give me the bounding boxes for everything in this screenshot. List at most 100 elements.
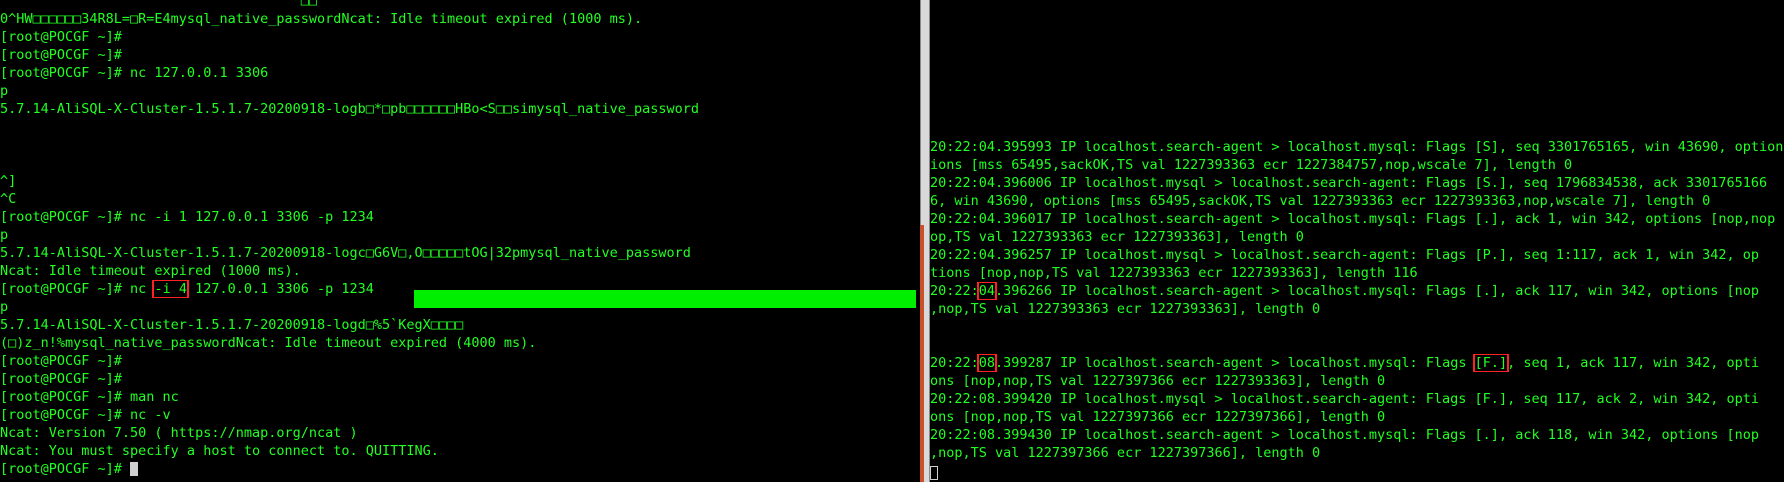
line-text: .396266 IP localhost.search-agent > loca… [995, 283, 1760, 299]
terminal-line: [root@POCGF ~]# nc 127.0.0.1 3306 [0, 64, 699, 82]
terminal-line: 5.7.14-AliSQL-X-Cluster-1.5.1.7-20200918… [0, 244, 699, 262]
line-text: [root@POCGF ~]# [0, 47, 122, 63]
terminal-line: ,nop,TS val 1227397366 ecr 1227397366], … [930, 444, 1784, 462]
terminal-line: 20:22:04.396257 IP localhost.mysql > loc… [930, 246, 1784, 264]
terminal-line: ^] [0, 172, 699, 190]
line-text: 127.0.0.1 3306 -p 1234 [186, 281, 374, 297]
line-text: ons [nop,nop,TS val 1227397366 ecr 12273… [930, 373, 1386, 389]
terminal-line: p [0, 226, 699, 244]
line-text: Ncat: Version 7.50 ( https://nmap.org/nc… [0, 425, 358, 441]
terminal-line: [root@POCGF ~]# [0, 28, 699, 46]
highlighted-text: [F.] [1472, 354, 1510, 372]
terminal-line: [root@POCGF ~]# nc -i 1 127.0.0.1 3306 -… [0, 208, 699, 226]
line-text: p [0, 227, 9, 243]
highlighted-text: -i 4 [152, 280, 189, 298]
terminal-line: [root@POCGF ~]# nc -i 4 127.0.0.1 3306 -… [0, 280, 699, 298]
line-text: 5.7.14-AliSQL-X-Cluster-1.5.1.7-20200918… [0, 101, 699, 117]
line-text: [root@POCGF ~]# [0, 461, 131, 477]
terminal-line: ons [nop,nop,TS val 1227397366 ecr 12273… [930, 372, 1784, 390]
line-text: ions [mss 65495,sackOK,TS val 1227393363… [930, 157, 1573, 173]
line-text: , seq 1, ack 117, win 342, opti [1507, 355, 1760, 371]
line-text: 20:22:04.396017 IP localhost.search-agen… [930, 211, 1776, 227]
line-text: p [0, 299, 9, 315]
line-text: 5.7.14-AliSQL-X-Cluster-1.5.1.7-20200918… [0, 245, 691, 261]
terminal-cursor [130, 462, 139, 476]
line-text: ^] [0, 173, 17, 189]
terminal-line: □□ [0, 0, 699, 10]
line-text: [root@POCGF ~]# man nc [0, 389, 179, 405]
line-text: (□)z_n!%mysql_native_passwordNcat: Idle … [0, 335, 537, 351]
terminal-line: [root@POCGF ~]# nc -v [0, 406, 699, 424]
terminal-line: 20:22:08.399287 IP localhost.search-agen… [930, 354, 1784, 372]
terminal-line: 0^HW□□□□□□34R8L=□R=E4mysql_native_passwo… [0, 10, 699, 28]
right-terminal-pane[interactable]: 20:22:04.395993 IP localhost.search-agen… [930, 0, 1784, 482]
line-text: [root@POCGF ~]# nc -i 1 127.0.0.1 3306 -… [0, 209, 374, 225]
line-text: .399287 IP localhost.search-agent > loca… [995, 355, 1475, 371]
terminal-line: ons [nop,nop,TS val 1227397366 ecr 12273… [930, 408, 1784, 426]
line-text: ,nop,TS val 1227397366 ecr 1227397366], … [930, 445, 1321, 461]
line-text: ons [nop,nop,TS val 1227397366 ecr 12273… [930, 409, 1386, 425]
terminal-line: 20:22:04.396017 IP localhost.search-agen… [930, 210, 1784, 228]
terminal-line: 20:22:04.396266 IP localhost.search-agen… [930, 282, 1784, 300]
line-text: 20:22: [930, 283, 979, 299]
line-text: [root@POCGF ~]# [0, 29, 122, 45]
terminal-line: tions [nop,nop,TS val 1227393363 ecr 122… [930, 264, 1784, 282]
terminal-line: [root@POCGF ~]# [0, 46, 699, 64]
line-text: [root@POCGF ~]# nc -v [0, 407, 171, 423]
terminal-line: op,TS val 1227393363 ecr 1227393363], le… [930, 228, 1784, 246]
line-text: p [0, 83, 9, 99]
terminal-line: 20:22:04.395993 IP localhost.search-agen… [930, 138, 1784, 156]
terminal-line: ^C [0, 190, 699, 208]
terminal-line: 20:22:08.399420 IP localhost.mysql > loc… [930, 390, 1784, 408]
terminal-line: p [0, 298, 699, 316]
line-text: Ncat: Idle timeout expired (1000 ms). [0, 263, 301, 279]
line-text: 20:22:04.395993 IP localhost.search-agen… [930, 139, 1784, 155]
terminal-line: [root@POCGF ~]# [0, 460, 699, 478]
pane-divider-accent [920, 225, 924, 482]
line-text: Ncat: You must specify a host to connect… [0, 443, 439, 459]
terminal-line: Ncat: Version 7.50 ( https://nmap.org/nc… [0, 424, 699, 442]
terminal-line: Ncat: Idle timeout expired (1000 ms). [0, 262, 699, 280]
terminal-line: 5.7.14-AliSQL-X-Cluster-1.5.1.7-20200918… [0, 316, 699, 334]
line-text: [root@POCGF ~]# [0, 353, 122, 369]
terminal-line: 20:22:04.396006 IP localhost.mysql > loc… [930, 174, 1784, 192]
terminal-line: Ncat: You must specify a host to connect… [0, 442, 699, 460]
line-text: □□ [0, 0, 317, 9]
terminal-line: p [0, 82, 699, 100]
terminal-line: (□)z_n!%mysql_native_passwordNcat: Idle … [0, 334, 699, 352]
terminal-line: [root@POCGF ~]# [0, 352, 699, 370]
line-text: 20:22: [930, 355, 979, 371]
line-text: 20:22:08.399430 IP localhost.search-agen… [930, 427, 1760, 443]
line-text: [root@POCGF ~]# nc [0, 281, 155, 297]
line-text: 6, win 43690, options [mss 65495,sackOK,… [930, 193, 1711, 209]
line-text: 20:22:04.396006 IP localhost.mysql > loc… [930, 175, 1768, 191]
terminal-line: [root@POCGF ~]# [0, 370, 699, 388]
terminal-line: [root@POCGF ~]# man nc [0, 388, 699, 406]
line-text: op,TS val 1227393363 ecr 1227393363], le… [930, 229, 1304, 245]
line-text: [root@POCGF ~]# [0, 371, 122, 387]
right-terminal-cursor [930, 466, 938, 480]
left-terminal-output[interactable]: □□ 0^HW□□□□□□34R8L=□R=E4mysql_native_pass… [0, 0, 699, 478]
terminal-line: ,nop,TS val 1227393363 ecr 1227393363], … [930, 300, 1784, 318]
terminal-line: 5.7.14-AliSQL-X-Cluster-1.5.1.7-20200918… [0, 100, 699, 118]
line-text: ,nop,TS val 1227393363 ecr 1227393363], … [930, 301, 1321, 317]
terminal-line: ions [mss 65495,sackOK,TS val 1227393363… [930, 156, 1784, 174]
line-text: tions [nop,nop,TS val 1227393363 ecr 122… [930, 265, 1418, 281]
line-text: 20:22:08.399420 IP localhost.mysql > loc… [930, 391, 1760, 407]
line-text: 0^HW□□□□□□34R8L=□R=E4mysql_native_passwo… [0, 11, 643, 27]
terminal-line: 6, win 43690, options [mss 65495,sackOK,… [930, 192, 1784, 210]
line-text: ^C [0, 191, 17, 207]
left-terminal-pane[interactable]: □□ 0^HW□□□□□□34R8L=□R=E4mysql_native_pass… [0, 0, 920, 482]
line-text: [root@POCGF ~]# nc 127.0.0.1 3306 [0, 65, 269, 81]
line-text: 5.7.14-AliSQL-X-Cluster-1.5.1.7-20200918… [0, 317, 464, 333]
terminal-line: 20:22:08.399430 IP localhost.search-agen… [930, 426, 1784, 444]
line-text: 20:22:04.396257 IP localhost.mysql > loc… [930, 247, 1760, 263]
right-terminal-output[interactable]: 20:22:04.395993 IP localhost.search-agen… [930, 138, 1784, 462]
highlighted-text: 08 [976, 354, 998, 372]
highlighted-text: 04 [976, 282, 998, 300]
